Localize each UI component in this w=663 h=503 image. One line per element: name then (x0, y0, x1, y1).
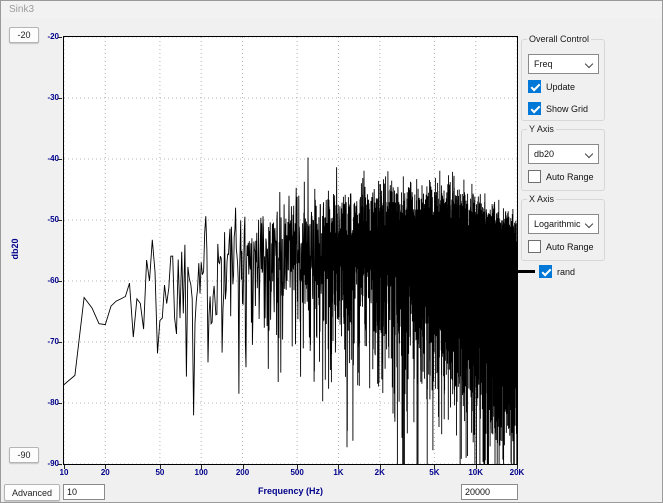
y-tick-mark (58, 37, 62, 38)
y-tick-label: -70 (35, 337, 59, 346)
y-tick-mark (58, 464, 62, 465)
y-tick-mark (58, 159, 62, 160)
x-axis-group: X Axis Logarithmic Auto Range (521, 199, 605, 261)
legend-line-sample (513, 270, 535, 273)
overall-control-title: Overall Control (527, 34, 591, 44)
y-tick-label: -90 (35, 459, 59, 468)
x-tick-label: 50 (140, 468, 180, 477)
x-tick-mark (476, 465, 477, 469)
y-tick-mark (58, 98, 62, 99)
window-title: Sink3 (9, 4, 34, 15)
y-axis-title: db20 (10, 219, 20, 279)
checkbox-label: Auto Range (546, 172, 594, 182)
checkbox-icon (528, 102, 541, 115)
legend-item: rand (513, 265, 575, 278)
x-tick-mark (243, 465, 244, 469)
y-tick-label: -50 (35, 215, 59, 224)
y-tick-mark (58, 220, 62, 221)
x-tick-label: 5K (414, 468, 454, 477)
plot-area[interactable] (63, 36, 518, 465)
y-tick-label: -30 (35, 93, 59, 102)
checkbox-icon (528, 240, 541, 253)
x-tick-mark (105, 465, 106, 469)
checkbox-icon (528, 80, 541, 93)
x-tick-label: 200 (223, 468, 263, 477)
checkbox-label: Show Grid (546, 104, 588, 114)
y-axis-group: Y Axis db20 Auto Range (521, 129, 605, 191)
legend-label: rand (557, 267, 575, 277)
window-titlebar: Sink3 (1, 1, 662, 19)
spectrum-plot (64, 37, 517, 464)
chevron-down-icon (585, 60, 593, 68)
checkbox-icon (539, 265, 552, 278)
x-tick-label: 100 (181, 468, 221, 477)
overall-control-combobox[interactable]: Freq (528, 54, 599, 74)
x-tick-mark (338, 465, 339, 469)
x-tick-label: 10K (456, 468, 496, 477)
x-axis-group-title: X Axis (527, 194, 556, 204)
y-tick-label: -60 (35, 276, 59, 285)
x-tick-mark (380, 465, 381, 469)
chevron-down-icon (585, 220, 593, 228)
y-axis-group-title: Y Axis (527, 124, 556, 134)
x-auto-range-checkbox[interactable]: Auto Range (528, 240, 594, 253)
x-tick-label: 20 (85, 468, 125, 477)
y-auto-range-checkbox[interactable]: Auto Range (528, 170, 594, 183)
checkbox-icon (528, 170, 541, 183)
y-tick-mark (58, 342, 62, 343)
legend-rand-checkbox[interactable]: rand (539, 265, 575, 278)
x-tick-mark (160, 465, 161, 469)
y-tick-mark (58, 281, 62, 282)
x-tick-mark (297, 465, 298, 469)
trace-rand (64, 158, 517, 465)
x-axis-title: Frequency (Hz) (63, 486, 518, 496)
y-axis-combobox[interactable]: db20 (528, 144, 599, 164)
x-tick-mark (517, 465, 518, 469)
show-grid-checkbox[interactable]: Show Grid (528, 102, 588, 115)
checkbox-label: Auto Range (546, 242, 594, 252)
x-tick-mark (434, 465, 435, 469)
combobox-value: db20 (534, 149, 554, 159)
advanced-button[interactable]: Advanced (4, 484, 60, 501)
combobox-value: Freq (534, 59, 553, 69)
x-tick-label: 1K (318, 468, 358, 477)
x-tick-label: 500 (277, 468, 317, 477)
plotter-window: Sink3 -20 -90 db20 Frequency (Hz) Advanc… (0, 0, 663, 503)
y-tick-label: -40 (35, 154, 59, 163)
x-max-input[interactable] (461, 484, 518, 500)
y-tick-mark (58, 403, 62, 404)
x-tick-mark (64, 465, 65, 469)
update-checkbox[interactable]: Update (528, 80, 575, 93)
x-axis-combobox[interactable]: Logarithmic (528, 214, 599, 234)
chevron-down-icon (585, 150, 593, 158)
combobox-value: Logarithmic (534, 219, 581, 229)
y-tick-label: -20 (35, 32, 59, 41)
x-tick-label: 10 (44, 468, 84, 477)
x-min-input[interactable] (63, 484, 105, 500)
x-tick-label: 2K (360, 468, 400, 477)
x-tick-label: 20K (497, 468, 537, 477)
y-tick-label: -80 (35, 398, 59, 407)
overall-control-group: Overall Control Freq Update Show Grid (521, 39, 605, 121)
checkbox-label: Update (546, 82, 575, 92)
x-tick-mark (201, 465, 202, 469)
